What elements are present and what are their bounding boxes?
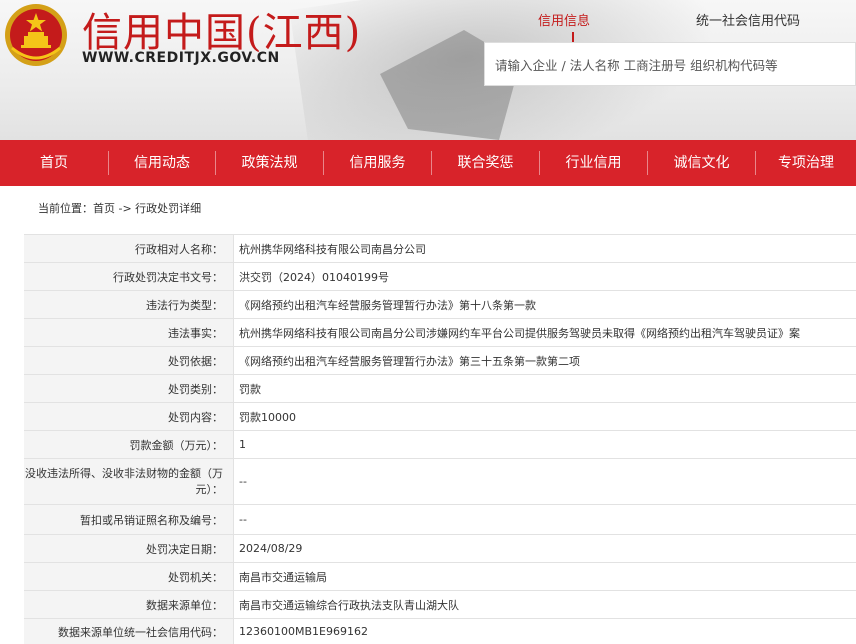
detail-label: 处罚决定日期： [24, 535, 234, 562]
detail-row: 行政相对人名称： 杭州携华网络科技有限公司南昌分公司 [24, 234, 856, 262]
detail-value: 《网络预约出租汽车经营服务管理暂行办法》第三十五条第一款第二项 [239, 354, 580, 368]
detail-value: 1 [239, 438, 246, 451]
detail-row: 违法行为类型： 《网络预约出租汽车经营服务管理暂行办法》第十八条第一款 [24, 290, 856, 318]
nav-special-governance[interactable]: 专项治理 [756, 140, 856, 186]
search-input[interactable] [495, 55, 850, 75]
detail-value: 洪交罚（2024）01040199号 [239, 270, 389, 284]
breadcrumb: 当前位置：首页 -> 行政处罚详细 [38, 202, 202, 215]
detail-value: 罚款10000 [239, 410, 296, 424]
detail-label: 行政相对人名称： [24, 235, 234, 262]
detail-label: 没收违法所得、没收非法财物的金额（万元）： [24, 459, 234, 504]
nav-integrity-culture[interactable]: 诚信文化 [648, 140, 755, 186]
detail-value: -- [239, 475, 247, 488]
detail-value: 杭州携华网络科技有限公司南昌分公司 [239, 242, 426, 256]
detail-label: 罚款金额（万元）： [24, 431, 234, 458]
detail-value: 罚款 [239, 382, 261, 396]
detail-value: 12360100MB1E969162 [239, 625, 368, 638]
detail-row: 罚款金额（万元）： 1 [24, 430, 856, 458]
detail-value: 杭州携华网络科技有限公司南昌分公司涉嫌网约车平台公司提供服务驾驶员未取得《网络预… [239, 326, 800, 340]
main-nav: 首页 信用动态 政策法规 信用服务 联合奖惩 行业信用 诚信文化 专项治理 [0, 140, 856, 186]
detail-label: 数据来源单位： [24, 591, 234, 618]
detail-label: 行政处罚决定书文号： [24, 263, 234, 290]
detail-row: 处罚机关： 南昌市交通运输局 [24, 562, 856, 590]
detail-label: 处罚机关： [24, 563, 234, 590]
detail-row: 处罚依据： 《网络预约出租汽车经营服务管理暂行办法》第三十五条第一款第二项 [24, 346, 856, 374]
detail-label: 处罚依据： [24, 347, 234, 374]
nav-rewards-penalties[interactable]: 联合奖惩 [432, 140, 539, 186]
nav-credit-news[interactable]: 信用动态 [109, 140, 215, 186]
detail-value: 《网络预约出租汽车经营服务管理暂行办法》第十八条第一款 [239, 298, 536, 312]
detail-row: 处罚类别： 罚款 [24, 374, 856, 402]
detail-row: 暂扣或吊销证照名称及编号： -- [24, 504, 856, 534]
detail-row: 处罚内容： 罚款10000 [24, 402, 856, 430]
detail-label: 处罚内容： [24, 403, 234, 430]
nav-industry-credit[interactable]: 行业信用 [540, 140, 647, 186]
tab-credit-code[interactable]: 统一社会信用代码 [696, 10, 800, 29]
detail-row: 数据来源单位： 南昌市交通运输综合行政执法支队青山湖大队 [24, 590, 856, 618]
nav-policy[interactable]: 政策法规 [216, 140, 323, 186]
detail-row: 处罚决定日期： 2024/08/29 [24, 534, 856, 562]
detail-value: 2024/08/29 [239, 542, 303, 555]
detail-label: 违法行为类型： [24, 291, 234, 318]
national-emblem-icon[interactable] [2, 2, 70, 68]
detail-label: 暂扣或吊销证照名称及编号： [24, 505, 234, 534]
detail-value: 南昌市交通运输综合行政执法支队青山湖大队 [239, 598, 459, 612]
search-box [484, 42, 856, 86]
site-url: WWW.CREDITJX.GOV.CN [82, 50, 280, 66]
detail-row: 行政处罚决定书文号： 洪交罚（2024）01040199号 [24, 262, 856, 290]
active-tab-indicator [572, 32, 574, 42]
detail-value: 南昌市交通运输局 [239, 570, 327, 584]
search-tabs: 信用信息 统一社会信用代码 [484, 0, 856, 42]
tab-credit-info[interactable]: 信用信息 [538, 10, 590, 29]
nav-credit-service[interactable]: 信用服务 [324, 140, 431, 186]
detail-row: 违法事实： 杭州携华网络科技有限公司南昌分公司涉嫌网约车平台公司提供服务驾驶员未… [24, 318, 856, 346]
site-header: 信用中国(江西) WWW.CREDITJX.GOV.CN 信用信息 统一社会信用… [0, 0, 856, 140]
detail-label: 违法事实： [24, 319, 234, 346]
detail-row: 数据来源单位统一社会信用代码： 12360100MB1E969162 [24, 618, 856, 644]
nav-home[interactable]: 首页 [0, 140, 108, 186]
detail-value: -- [239, 513, 247, 526]
detail-row: 没收违法所得、没收非法财物的金额（万元）： -- [24, 458, 856, 504]
detail-label: 数据来源单位统一社会信用代码： [24, 619, 234, 644]
detail-label: 处罚类别： [24, 375, 234, 402]
